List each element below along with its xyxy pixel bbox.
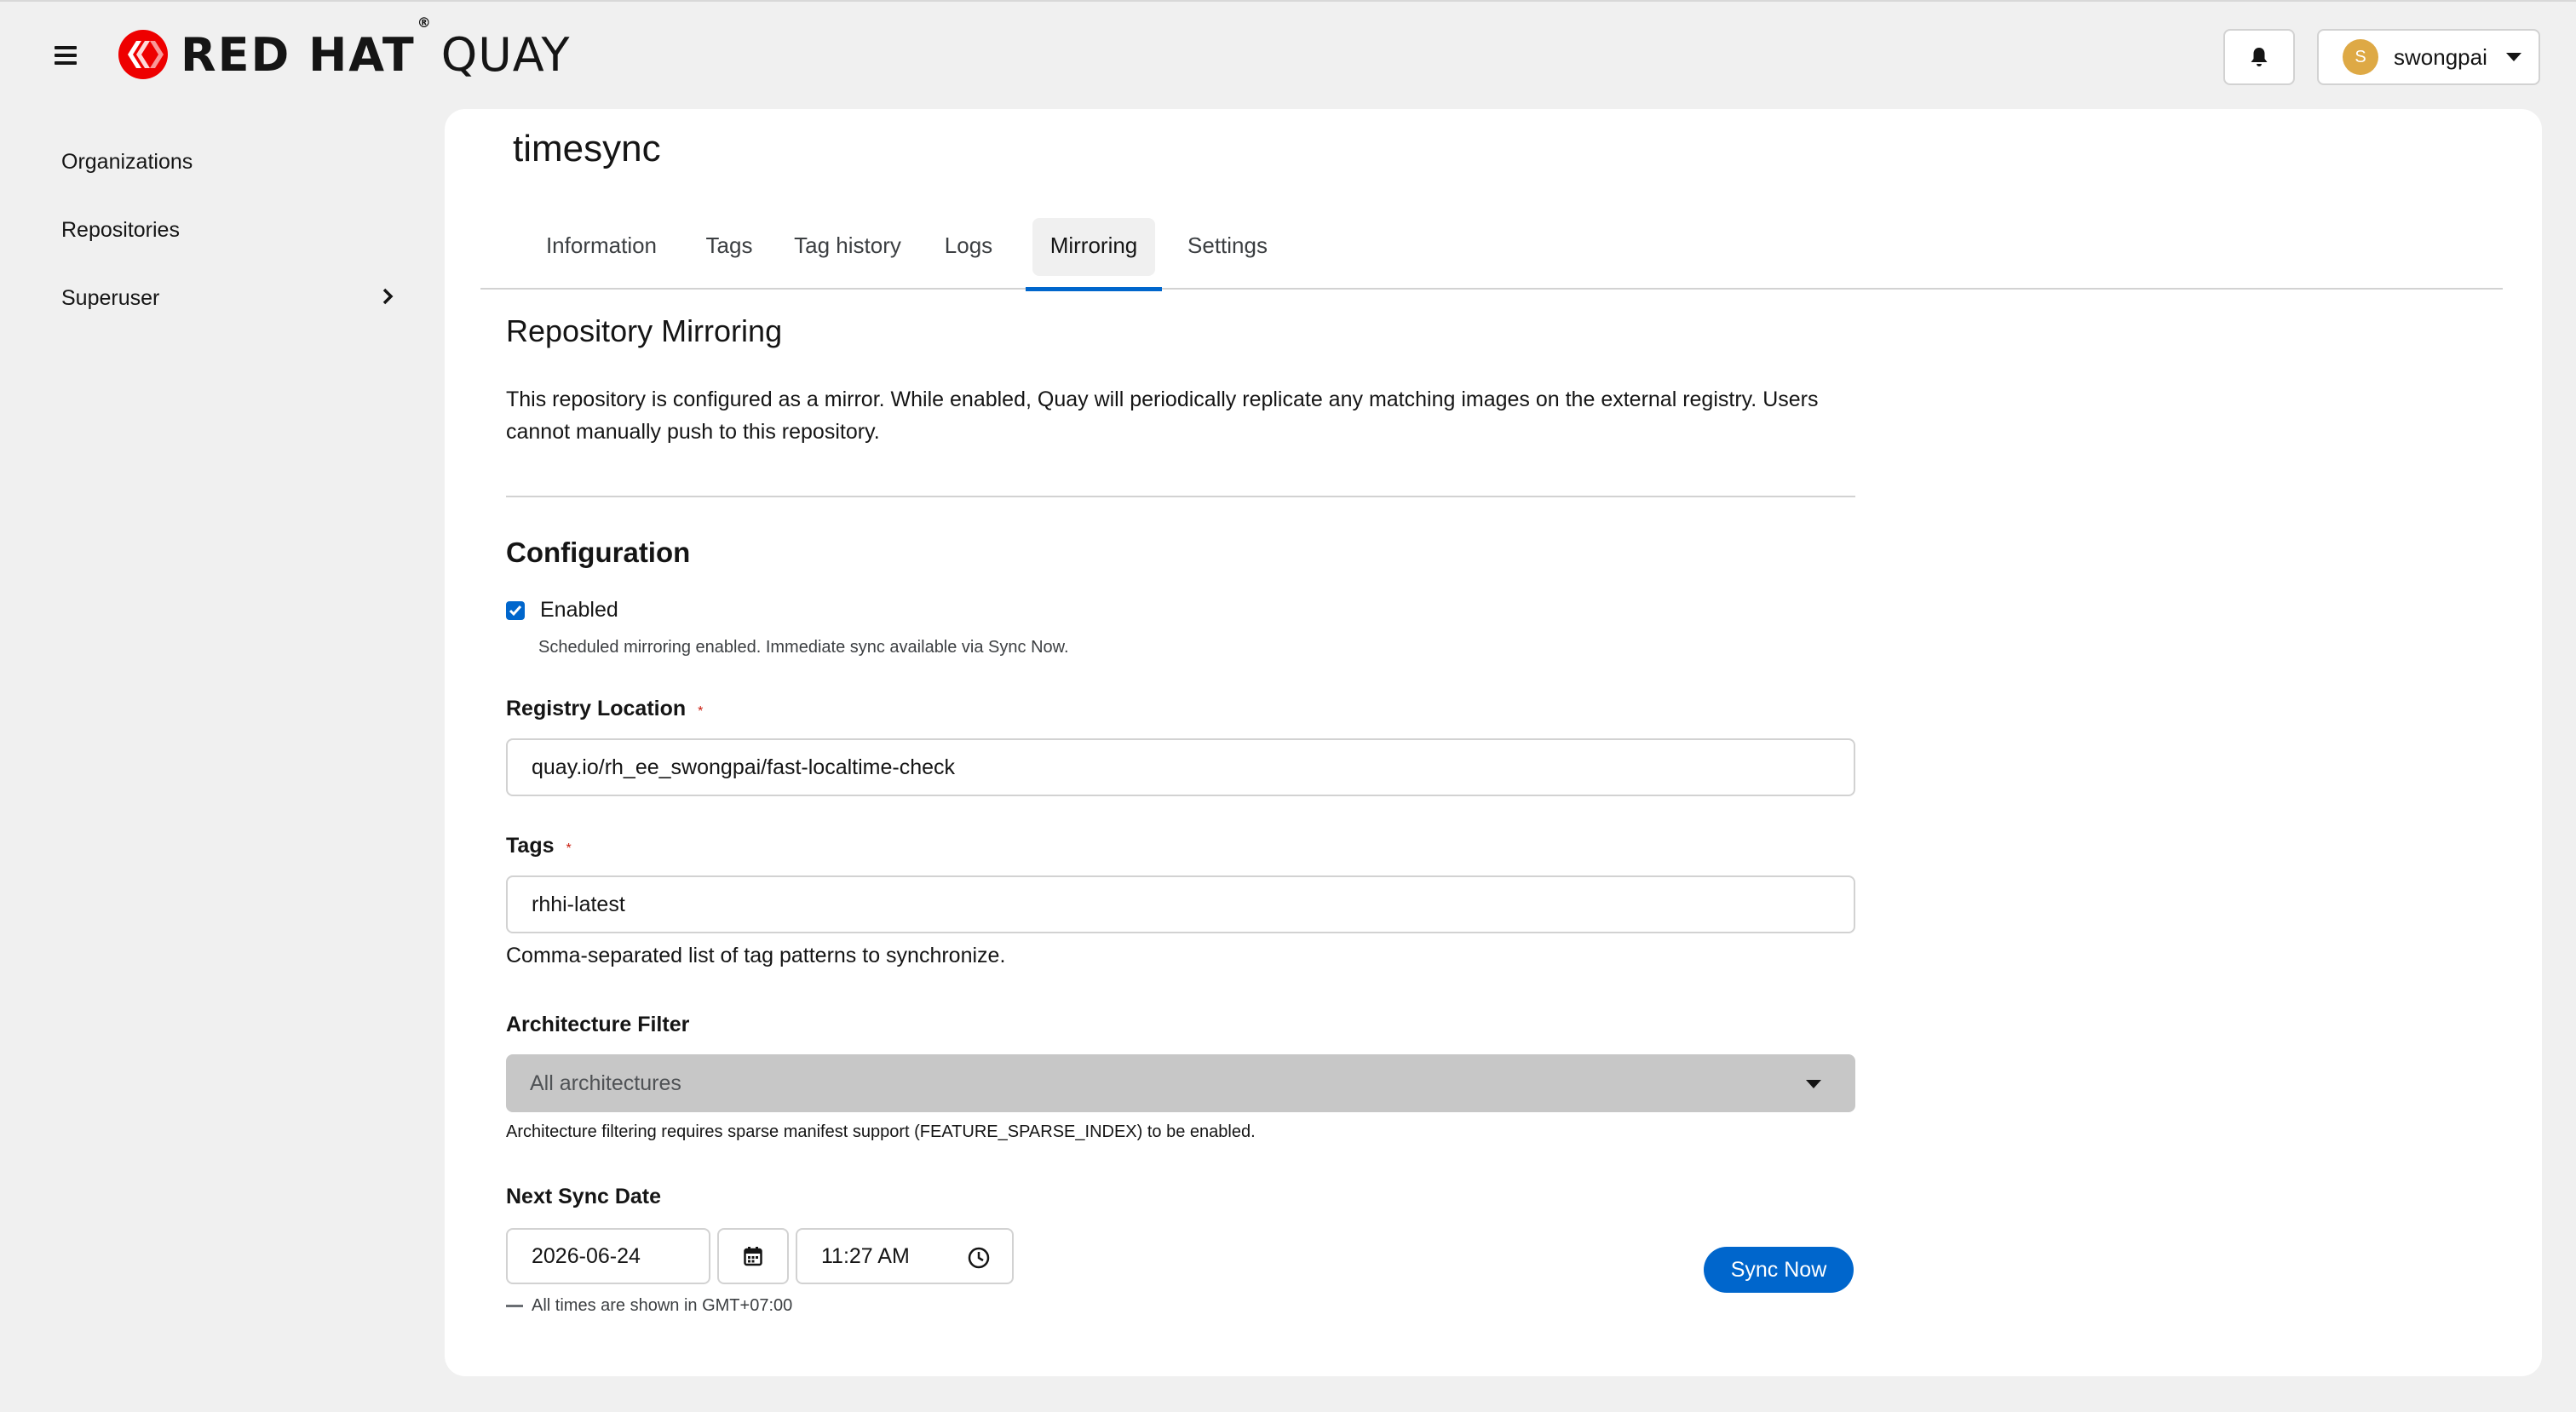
configuration-title: Configuration: [506, 537, 691, 568]
sidebar-item-repositories[interactable]: Repositories: [0, 196, 426, 264]
tab-tag-history[interactable]: Tag history: [773, 201, 922, 290]
tags-input[interactable]: rhhi-latest: [506, 875, 1855, 933]
sidebar-item-superuser[interactable]: Superuser: [0, 264, 426, 332]
main-panel: timesync Information Tags Tag history Lo…: [445, 109, 2542, 1376]
tags-help: Comma-separated list of tag patterns to …: [506, 944, 1006, 967]
sidebar-item-organizations[interactable]: Organizations: [0, 128, 426, 196]
next-sync-group: Next Sync Date 2026-06-24 11:27 AM Sync …: [506, 1185, 1855, 1316]
sync-now-button[interactable]: Sync Now: [1704, 1247, 1854, 1293]
registry-location-label: Registry Location: [506, 697, 687, 720]
tab-mirroring[interactable]: Mirroring: [1026, 201, 1162, 291]
brand-bold-text: RED HAT®: [181, 14, 433, 82]
timezone-note-text: All times are shown in GMT+07:00: [532, 1296, 793, 1315]
notifications-button[interactable]: [2223, 29, 2295, 85]
enabled-checkbox[interactable]: [506, 600, 525, 620]
divider: [506, 496, 1855, 497]
mirroring-description: This repository is configured as a mirro…: [506, 387, 1819, 444]
sidebar-item-label: Organizations: [61, 149, 193, 174]
next-sync-label: Next Sync Date: [506, 1185, 662, 1208]
architecture-filter-help: Architecture filtering requires sparse m…: [506, 1122, 1256, 1141]
username: swongpai: [2394, 43, 2487, 70]
user-menu-button[interactable]: S swongpai: [2317, 29, 2540, 85]
architecture-filter-label: Architecture Filter: [506, 1013, 690, 1036]
clock-icon: [968, 1247, 990, 1269]
required-mark: *: [566, 841, 572, 856]
enabled-row: Enabled: [506, 598, 1855, 623]
sidebar-item-label: Superuser: [61, 285, 160, 310]
tab-information[interactable]: Information: [518, 201, 685, 290]
timezone-note: All times are shown in GMT+07:00: [506, 1296, 1855, 1316]
registry-location-input[interactable]: quay.io/rh_ee_swongpai/fast-localtime-ch…: [506, 738, 1855, 796]
tab-logs[interactable]: Logs: [922, 201, 1015, 290]
red-hat-logo-icon: [118, 30, 168, 79]
top-bar: RED HAT® QUAY S swongpai: [0, 0, 2576, 109]
next-sync-time-input[interactable]: 11:27 AM: [796, 1228, 1014, 1284]
mirroring-content: Repository Mirroring This repository is …: [506, 313, 1855, 1316]
architecture-filter-group: Architecture Filter All architectures Ar…: [506, 1013, 1855, 1142]
dash-icon: [506, 1305, 523, 1307]
chevron-right-icon: [382, 288, 394, 305]
check-icon: [509, 605, 522, 616]
section-title: Repository Mirroring: [506, 313, 783, 348]
architecture-filter-value: All architectures: [530, 1070, 681, 1095]
brand-light-text: QUAY: [440, 27, 571, 82]
calendar-button[interactable]: [717, 1228, 789, 1284]
sidebar: Organizations Repositories Superuser: [0, 128, 426, 332]
next-sync-time-value: 11:27 AM: [821, 1243, 910, 1268]
registry-location-group: Registry Location * quay.io/rh_ee_swongpa…: [506, 697, 1855, 796]
required-mark: *: [698, 704, 704, 719]
enabled-label: Enabled: [540, 598, 618, 622]
caret-down-icon: [1806, 1080, 1821, 1088]
sidebar-item-label: Repositories: [61, 217, 180, 242]
hamburger-menu-icon[interactable]: [55, 46, 77, 65]
next-sync-date-input[interactable]: 2026-06-24: [506, 1228, 710, 1284]
next-sync-row: 2026-06-24 11:27 AM Sync Now: [506, 1228, 1855, 1293]
page-title: timesync: [513, 128, 661, 169]
tags-group: Tags * rhhi-latest Comma-separated list o…: [506, 834, 1855, 968]
caret-down-icon: [2505, 53, 2521, 61]
tags-label: Tags: [506, 834, 555, 858]
repo-tabs: Information Tags Tag history Logs Mirror…: [480, 201, 2503, 291]
architecture-filter-select[interactable]: All architectures: [506, 1054, 1855, 1112]
bell-icon: [2251, 48, 2268, 66]
enabled-help: Scheduled mirroring enabled. Immediate s…: [538, 638, 1069, 657]
tab-settings[interactable]: Settings: [1162, 201, 1293, 290]
tab-tags[interactable]: Tags: [685, 201, 773, 290]
avatar: S: [2343, 39, 2378, 75]
red-hat-quay-logo[interactable]: RED HAT® QUAY: [118, 14, 571, 82]
calendar-icon: [744, 1247, 762, 1266]
